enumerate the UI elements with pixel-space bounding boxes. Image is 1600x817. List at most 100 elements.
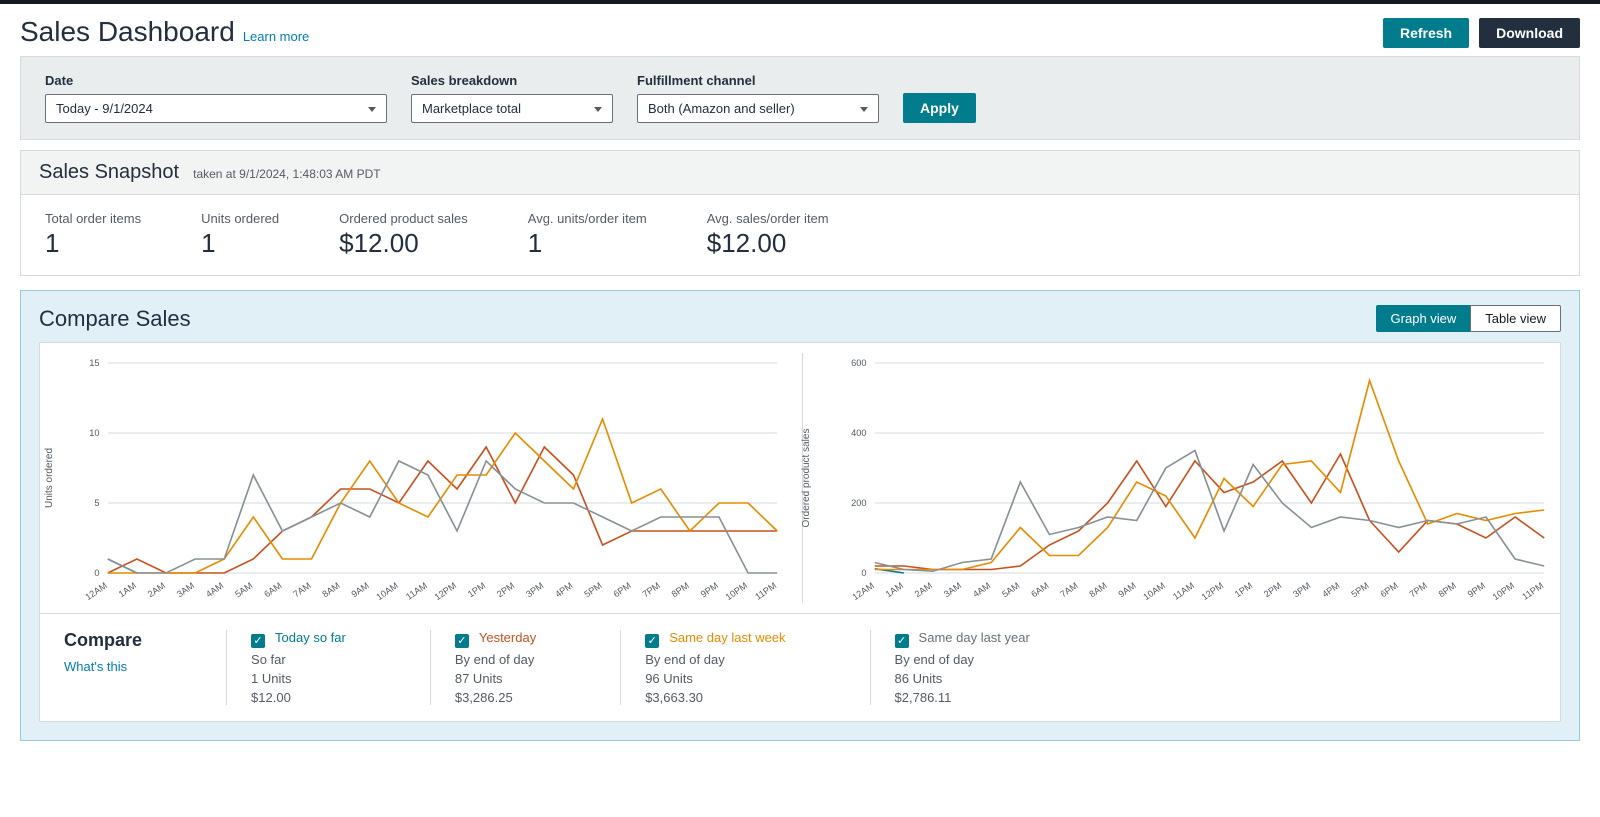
table-view-button[interactable]: Table view xyxy=(1470,305,1561,332)
svg-text:9AM: 9AM xyxy=(349,581,370,600)
metric-label: Avg. sales/order item xyxy=(707,211,829,226)
metric-value: 1 xyxy=(45,228,141,259)
checkbox-icon[interactable]: ✓ xyxy=(895,634,909,648)
view-toggle: Graph view Table view xyxy=(1376,305,1561,332)
whats-this-link[interactable]: What's this xyxy=(64,659,142,674)
svg-text:9PM: 9PM xyxy=(699,581,720,600)
metric: Avg. sales/order item $12.00 xyxy=(707,211,829,259)
series-sub: By end of day xyxy=(455,652,536,667)
svg-text:4AM: 4AM xyxy=(970,581,991,600)
download-button[interactable]: Download xyxy=(1479,18,1580,48)
series-units: 96 Units xyxy=(645,671,785,686)
metric-value: $12.00 xyxy=(707,228,829,259)
page-title: Sales Dashboard Learn more xyxy=(20,16,309,48)
channel-label: Fulfillment channel xyxy=(637,73,879,88)
metric-label: Units ordered xyxy=(201,211,279,226)
series-sub: By end of day xyxy=(645,652,785,667)
series-sales: $3,663.30 xyxy=(645,690,785,705)
svg-text:2PM: 2PM xyxy=(1262,581,1283,600)
refresh-button[interactable]: Refresh xyxy=(1383,18,1469,48)
apply-button[interactable]: Apply xyxy=(903,93,976,123)
svg-text:11PM: 11PM xyxy=(1520,581,1545,602)
svg-text:11PM: 11PM xyxy=(753,581,778,602)
sales-snapshot-panel: Sales Snapshot taken at 9/1/2024, 1:48:0… xyxy=(20,150,1580,276)
svg-text:2AM: 2AM xyxy=(146,581,167,600)
svg-text:8AM: 8AM xyxy=(320,581,341,600)
series-sales: $12.00 xyxy=(251,690,346,705)
svg-text:10AM: 10AM xyxy=(374,581,400,603)
svg-text:5: 5 xyxy=(94,498,99,508)
metric-label: Ordered product sales xyxy=(339,211,468,226)
svg-text:3PM: 3PM xyxy=(524,581,545,600)
graph-view-button[interactable]: Graph view xyxy=(1376,305,1472,332)
compare-series-today: ✓Today so farSo far1 Units$12.00 xyxy=(226,630,370,705)
series-units: 1 Units xyxy=(251,671,346,686)
svg-text:11AM: 11AM xyxy=(1171,581,1196,602)
svg-text:10AM: 10AM xyxy=(1141,581,1167,603)
svg-text:400: 400 xyxy=(851,428,866,438)
compare-heading: Compare xyxy=(64,630,142,651)
metric-value: $12.00 xyxy=(339,228,468,259)
svg-text:3PM: 3PM xyxy=(1291,581,1312,600)
svg-text:0: 0 xyxy=(94,568,99,578)
svg-text:5AM: 5AM xyxy=(233,581,254,600)
checkbox-icon[interactable]: ✓ xyxy=(251,634,265,648)
svg-text:3AM: 3AM xyxy=(175,581,196,600)
svg-text:12PM: 12PM xyxy=(1199,581,1225,603)
svg-text:1AM: 1AM xyxy=(117,581,138,600)
svg-text:200: 200 xyxy=(851,498,866,508)
svg-text:2PM: 2PM xyxy=(495,581,516,600)
breakdown-select[interactable]: Marketplace total xyxy=(411,94,613,123)
svg-text:12AM: 12AM xyxy=(83,581,109,603)
svg-text:5AM: 5AM xyxy=(1000,581,1021,600)
date-select[interactable]: Today - 9/1/2024 xyxy=(45,94,387,123)
series-sales: $3,286.25 xyxy=(455,690,536,705)
series-units: 86 Units xyxy=(895,671,1030,686)
metric: Avg. units/order item1 xyxy=(528,211,647,259)
breakdown-label: Sales breakdown xyxy=(411,73,613,88)
svg-text:4PM: 4PM xyxy=(1320,581,1341,600)
svg-text:12AM: 12AM xyxy=(850,581,876,603)
svg-text:600: 600 xyxy=(851,358,866,368)
filter-bar: Date Today - 9/1/2024 Sales breakdown Ma… xyxy=(20,56,1580,140)
svg-text:4AM: 4AM xyxy=(204,581,225,600)
checkbox-icon[interactable]: ✓ xyxy=(645,634,659,648)
series-units: 87 Units xyxy=(455,671,536,686)
svg-text:9AM: 9AM xyxy=(1116,581,1137,600)
svg-text:2AM: 2AM xyxy=(912,581,933,600)
svg-text:1PM: 1PM xyxy=(1232,581,1253,600)
svg-text:1PM: 1PM xyxy=(466,581,487,600)
metric-label: Total order items xyxy=(45,211,141,226)
sales-chart: Ordered product sales020040060012AM1AM2A… xyxy=(802,353,1555,603)
svg-text:6PM: 6PM xyxy=(611,581,632,600)
checkbox-icon[interactable]: ✓ xyxy=(455,634,469,648)
svg-text:8PM: 8PM xyxy=(1436,581,1457,600)
svg-text:11AM: 11AM xyxy=(404,581,429,602)
svg-text:7PM: 7PM xyxy=(641,581,662,600)
series-name: Same day last year xyxy=(919,630,1030,645)
svg-text:7AM: 7AM xyxy=(291,581,312,600)
series-name: Today so far xyxy=(275,630,346,645)
metric-value: 1 xyxy=(201,228,279,259)
svg-text:6AM: 6AM xyxy=(1029,581,1050,600)
units-chart: Units ordered05101512AM1AM2AM3AM4AM5AM6A… xyxy=(46,353,788,603)
learn-more-link[interactable]: Learn more xyxy=(243,29,309,44)
svg-text:8PM: 8PM xyxy=(670,581,691,600)
compare-series-yest: ✓YesterdayBy end of day87 Units$3,286.25 xyxy=(430,630,560,705)
svg-text:0: 0 xyxy=(861,568,866,578)
svg-text:5PM: 5PM xyxy=(582,581,603,600)
compare-series-lastweek: ✓Same day last weekBy end of day96 Units… xyxy=(620,630,809,705)
svg-text:6PM: 6PM xyxy=(1378,581,1399,600)
svg-text:7PM: 7PM xyxy=(1407,581,1428,600)
svg-text:1AM: 1AM xyxy=(883,581,904,600)
series-sales: $2,786.11 xyxy=(895,690,1030,705)
channel-select[interactable]: Both (Amazon and seller) xyxy=(637,94,879,123)
svg-text:10PM: 10PM xyxy=(1490,581,1516,603)
snapshot-title: Sales Snapshot xyxy=(39,161,179,184)
svg-text:8AM: 8AM xyxy=(1087,581,1108,600)
svg-text:9PM: 9PM xyxy=(1465,581,1486,600)
metric: Total order items 1 xyxy=(45,211,141,259)
svg-text:3AM: 3AM xyxy=(941,581,962,600)
svg-text:6AM: 6AM xyxy=(262,581,283,600)
svg-text:5PM: 5PM xyxy=(1349,581,1370,600)
